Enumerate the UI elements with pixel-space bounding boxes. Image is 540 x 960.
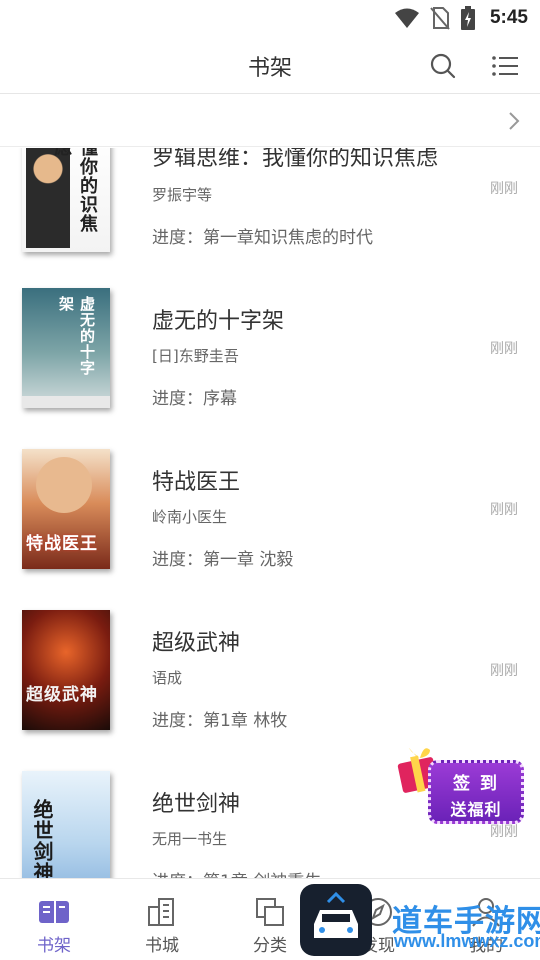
book-item[interactable]: 虚无的十字架 虚无的十字架 [日]东野圭吾 进度：序幕 刚刚 [0, 278, 540, 439]
chevron-right-icon [509, 112, 520, 130]
status-time: 5:45 [489, 7, 528, 28]
search-icon[interactable] [429, 52, 457, 80]
book-item[interactable]: 超级武神 超级武神 语成 进度：第1章 林牧 刚刚 [0, 600, 540, 761]
book-cover: 特战医王 [22, 449, 110, 569]
book-cover: 绝世剑神 [22, 771, 110, 878]
book-time: 刚刚 [490, 181, 518, 197]
checkin-promo-button[interactable]: 签到 送福利 [390, 738, 530, 828]
car-icon [314, 891, 358, 938]
book-title: 超级武神 [152, 631, 241, 656]
book-author: [日]东野圭吾 [152, 347, 239, 365]
book-cover: 懂你的识焦虑 [22, 148, 110, 252]
book-progress: 进度：序幕 [152, 389, 237, 409]
watermark-url: www.lmwwxz.com [394, 931, 540, 951]
list-menu-icon[interactable] [490, 52, 520, 80]
book-title: 绝世剑神 [152, 792, 241, 817]
book-title: 虚无的十字架 [152, 309, 285, 334]
bookshelf-icon [39, 901, 69, 923]
book-progress: 进度：第1章 林牧 [152, 711, 288, 731]
book-item[interactable]: 特战医王 特战医王 岭南小医生 进度：第一章 沈毅 刚刚 [0, 439, 540, 600]
battery-charging-icon [460, 6, 475, 30]
app-header: 书架 [0, 36, 540, 94]
book-author: 罗振宇等 [152, 186, 213, 204]
status-bar: 5:45 [0, 0, 540, 36]
book-time: 刚刚 [490, 341, 518, 357]
no-sim-icon [430, 7, 450, 30]
book-title: 罗辑思维：我懂你的知识焦虑 [152, 148, 439, 171]
book-author: 岭南小医生 [152, 508, 228, 526]
nav-item-bookshelf[interactable]: 书架 [0, 879, 108, 960]
watermark-logo [300, 884, 372, 956]
book-author: 语成 [152, 669, 183, 687]
book-cover: 虚无的十字架 [22, 288, 110, 408]
nav-label: 书架 [37, 936, 71, 956]
book-item[interactable]: 懂你的识焦虑 罗辑思维：我懂你的知识焦虑 罗振宇等 进度：第一章知识焦虑的时代 … [0, 148, 540, 293]
book-progress: 进度：第1章 剑神重生 [152, 867, 321, 878]
book-progress: 进度：第一章知识焦虑的时代 [152, 228, 373, 248]
promo-label: 签到 送福利 [428, 760, 524, 824]
book-progress: 进度：第一章 沈毅 [152, 550, 294, 570]
book-time: 刚刚 [490, 502, 518, 518]
category-icon [256, 898, 284, 926]
book-title: 特战医王 [152, 470, 241, 495]
nav-label: 书城 [145, 936, 179, 956]
book-time: 刚刚 [490, 663, 518, 679]
notice-bar[interactable] [0, 95, 540, 147]
book-cover: 超级武神 [22, 610, 110, 730]
book-author: 无用一书生 [152, 830, 228, 848]
city-icon [148, 898, 174, 926]
nav-item-bookstore[interactable]: 书城 [108, 879, 216, 960]
page-title: 书架 [247, 56, 292, 81]
wifi-icon [394, 8, 419, 28]
